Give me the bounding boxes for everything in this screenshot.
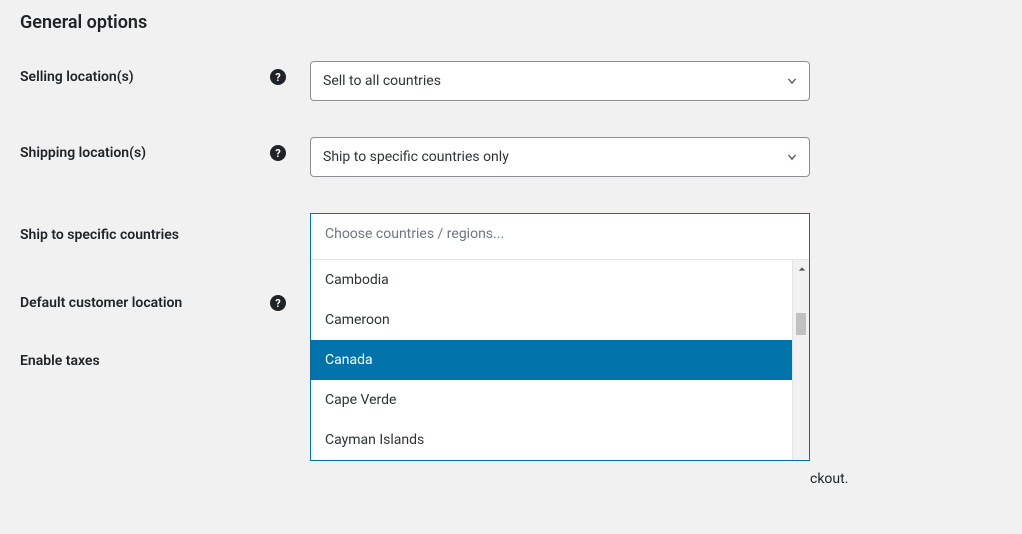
help-icon[interactable]: ? [270,295,286,311]
select-shipping-locations[interactable]: Ship to specific countries only [310,137,810,177]
field-col: Choose countries / regions... Cambodia C… [310,213,810,461]
multiselect-placeholder[interactable]: Choose countries / regions... [311,214,809,260]
help-col: ? [270,137,310,161]
row-selling-locations: Selling location(s) ? Sell to all countr… [20,43,1002,119]
chevron-down-icon [785,150,799,164]
row-shipping-locations: Shipping location(s) ? Ship to specific … [20,119,1002,195]
help-icon[interactable]: ? [270,69,286,85]
scrollbar-thumb[interactable] [796,313,806,335]
form-table: Selling location(s) ? Sell to all countr… [0,43,1022,387]
label-ship-to-countries: Ship to specific countries [20,213,270,243]
field-col: Sell to all countries [310,61,810,101]
select-value: Ship to specific countries only [323,149,509,165]
dropdown-option-highlighted[interactable]: Canada [311,340,809,380]
help-col [270,345,310,353]
scroll-up-icon[interactable] [793,260,809,277]
help-icon[interactable]: ? [270,145,286,161]
multiselect-ship-countries[interactable]: Choose countries / regions... Cambodia C… [310,213,810,461]
help-col [270,213,310,221]
select-selling-locations[interactable]: Sell to all countries [310,61,810,101]
page-title: General options [0,0,1022,43]
field-col: Ship to specific countries only [310,137,810,177]
dropdown-option[interactable]: Cameroon [311,300,809,340]
scrollbar[interactable] [792,260,809,460]
dropdown-option[interactable]: Cayman Islands [311,420,809,460]
label-shipping-locations: Shipping location(s) [20,137,270,161]
select-value: Sell to all countries [323,73,441,89]
help-col: ? [270,287,310,311]
dropdown-list: Cambodia Cameroon Canada Cape Verde Caym… [311,260,809,460]
label-selling-locations: Selling location(s) [20,61,270,85]
dropdown-option[interactable]: Cape Verde [311,380,809,420]
label-default-customer-location: Default customer location [20,287,270,311]
trailing-text-fragment: ckout. [810,471,848,487]
label-enable-taxes: Enable taxes [20,345,270,369]
dropdown-option[interactable]: Cambodia [311,260,809,300]
chevron-down-icon [785,74,799,88]
help-col: ? [270,61,310,85]
